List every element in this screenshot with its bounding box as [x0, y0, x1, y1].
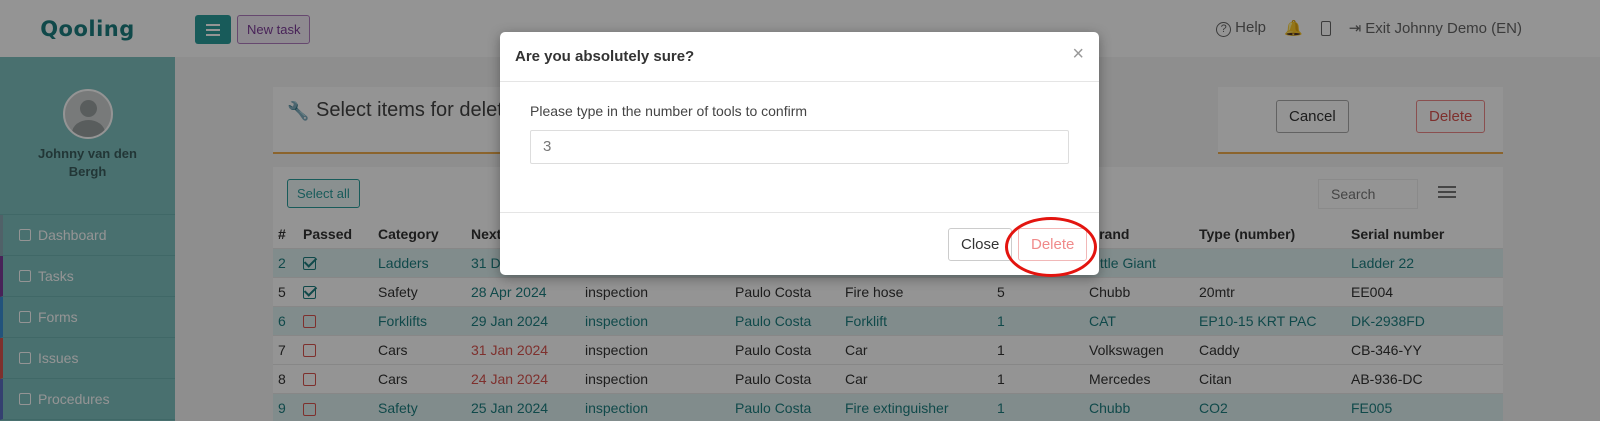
- modal-close-button[interactable]: Close: [948, 228, 1013, 261]
- confirm-count-label: Please type in the number of tools to co…: [530, 103, 808, 119]
- modal-footer: Close Delete: [500, 212, 1099, 277]
- confirm-delete-modal: Are you absolutely sure? × Please type i…: [500, 32, 1099, 277]
- close-icon[interactable]: ×: [1072, 44, 1084, 64]
- modal-body: Please type in the number of tools to co…: [500, 82, 1099, 212]
- confirm-count-input[interactable]: 3: [530, 130, 1069, 164]
- modal-header: Are you absolutely sure? ×: [500, 32, 1099, 82]
- highlight-annotation-circle: [1005, 217, 1097, 277]
- modal-title: Are you absolutely sure?: [515, 48, 695, 65]
